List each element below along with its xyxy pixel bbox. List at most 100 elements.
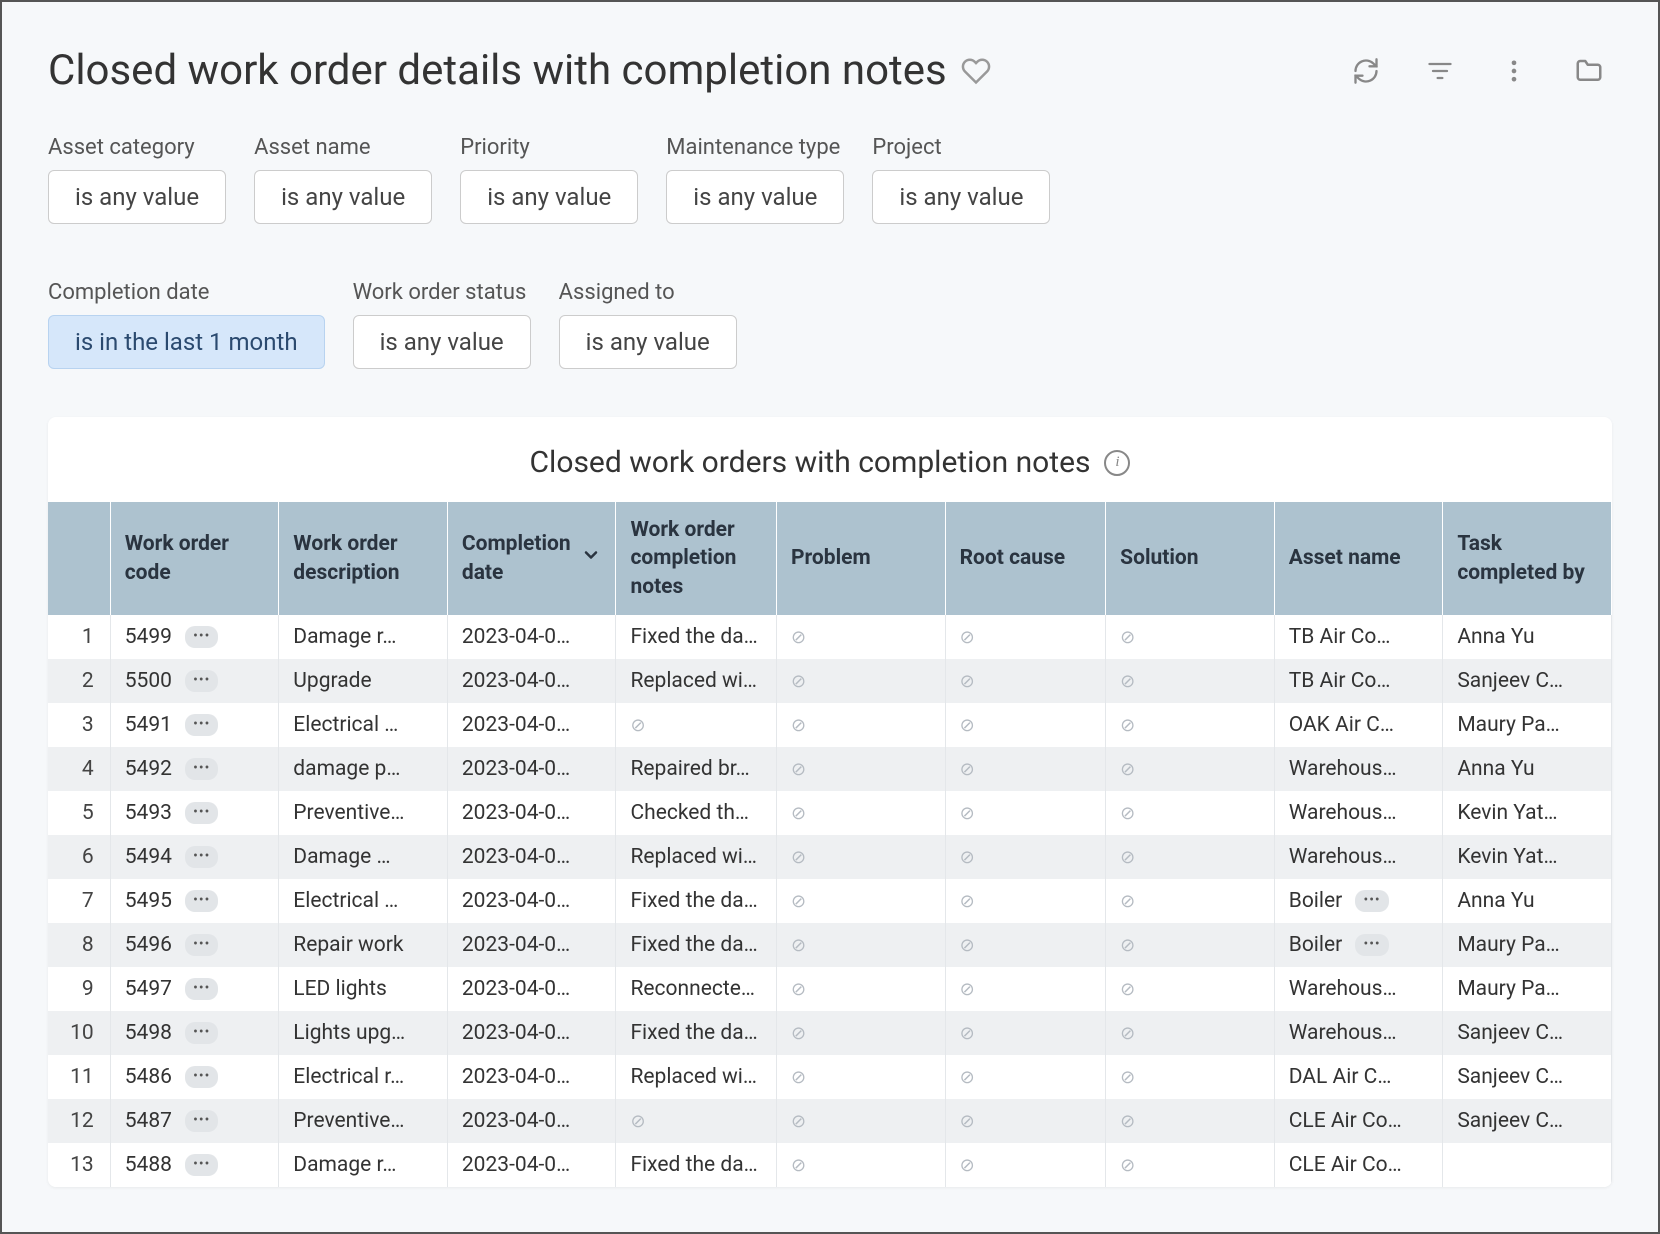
cell-description: Preventive… [279,1099,448,1143]
filter-pill[interactable]: is any value [353,315,531,369]
cell-date: 2023-04-0… [447,615,616,659]
overflow-badge[interactable]: ••• [185,626,218,648]
table-row[interactable]: 25500 •••Upgrade2023-04-0…Replaced wi…⊘⊘… [48,659,1612,703]
table-row[interactable]: 115486 •••Electrical r…2023-04-0…Replace… [48,1055,1612,1099]
column-header[interactable]: Solution [1106,502,1275,615]
cell-completed-by: Sanjeev C… [1443,1055,1612,1099]
chevron-down-icon [581,545,601,572]
overflow-badge[interactable]: ••• [185,846,218,868]
table-row[interactable]: 85496 •••Repair work2023-04-0…Fixed the … [48,923,1612,967]
overflow-badge[interactable]: ••• [185,978,218,1000]
cell-solution: ⊘ [1106,615,1275,659]
overflow-badge[interactable]: ••• [185,714,218,736]
table-row[interactable]: 65494 •••Damage …2023-04-0…Replaced wi…⊘… [48,835,1612,879]
table-title-row: Closed work orders with completion notes… [48,417,1612,502]
overflow-badge[interactable]: ••• [185,890,218,912]
cell-completed-by: Sanjeev C… [1443,1099,1612,1143]
overflow-badge[interactable]: ••• [1355,934,1388,956]
cell-solution: ⊘ [1106,835,1275,879]
cell-root-cause: ⊘ [945,1143,1106,1187]
page-title: Closed work order details with completio… [48,46,947,95]
table-row[interactable]: 55493 •••Preventive…2023-04-0…Checked th… [48,791,1612,835]
info-icon[interactable]: i [1104,450,1130,476]
overflow-badge[interactable]: ••• [185,758,218,780]
more-icon[interactable] [1500,57,1528,85]
column-header[interactable]: Completion date [447,502,616,615]
null-icon: ⊘ [960,803,975,824]
column-header[interactable]: Work order description [279,502,448,615]
table-row[interactable]: 15499 •••Damage r…2023-04-0…Fixed the da… [48,615,1612,659]
cell-solution: ⊘ [1106,1011,1275,1055]
null-icon: ⊘ [1120,715,1135,736]
null-icon: ⊘ [960,671,975,692]
cell-root-cause: ⊘ [945,879,1106,923]
filter-pill[interactable]: is any value [666,170,844,224]
filter-pill[interactable]: is any value [460,170,638,224]
cell-date: 2023-04-0… [447,747,616,791]
null-icon: ⊘ [791,891,806,912]
cell-asset: TB Air Co… [1274,659,1443,703]
filter-group: Asset categoryis any value [48,135,226,224]
overflow-badge[interactable]: ••• [185,670,218,692]
filter-group: Priority is any value [460,135,638,224]
cell-date: 2023-04-0… [447,659,616,703]
cell-notes: Replaced wi… [616,1055,777,1099]
table-row[interactable]: 75495 •••Electrical …2023-04-0…Fixed the… [48,879,1612,923]
column-header[interactable]: Task completed by [1443,502,1612,615]
filter-pill[interactable]: is any value [559,315,737,369]
overflow-badge[interactable]: ••• [185,1022,218,1044]
cell-rownum: 13 [48,1143,110,1187]
cell-solution: ⊘ [1106,879,1275,923]
cell-asset: Warehous… [1274,967,1443,1011]
cell-root-cause: ⊘ [945,659,1106,703]
column-header[interactable]: Work order completion notes [616,502,777,615]
filter-label: Priority [460,135,638,160]
column-header[interactable]: Work order code [110,502,279,615]
null-icon: ⊘ [791,979,806,1000]
null-icon: ⊘ [1120,979,1135,1000]
refresh-icon[interactable] [1352,57,1380,85]
table-body: 15499 •••Damage r…2023-04-0…Fixed the da… [48,615,1612,1187]
table-title: Closed work orders with completion notes [530,445,1091,480]
overflow-badge[interactable]: ••• [185,802,218,824]
null-icon: ⊘ [960,627,975,648]
filter-pill[interactable]: is in the last 1 month [48,315,325,369]
column-header[interactable]: Root cause [945,502,1106,615]
table-row[interactable]: 125487 •••Preventive…2023-04-0…⊘⊘⊘⊘CLE A… [48,1099,1612,1143]
table-row[interactable]: 45492 •••damage p…2023-04-0…Repaired br…… [48,747,1612,791]
cell-description: Electrical … [279,879,448,923]
cell-asset: DAL Air C… [1274,1055,1443,1099]
cell-date: 2023-04-0… [447,879,616,923]
null-icon: ⊘ [960,759,975,780]
cell-rownum: 8 [48,923,110,967]
favorite-icon[interactable] [961,56,991,86]
table-row[interactable]: 135488 •••Damage r…2023-04-0…Fixed the d… [48,1143,1612,1187]
null-icon: ⊘ [960,979,975,1000]
filter-pill[interactable]: is any value [254,170,432,224]
overflow-badge[interactable]: ••• [185,934,218,956]
null-icon: ⊘ [960,1111,975,1132]
cell-solution: ⊘ [1106,747,1275,791]
overflow-badge[interactable]: ••• [185,1110,218,1132]
filter-label: Asset name [254,135,432,160]
folder-icon[interactable] [1574,56,1604,86]
column-header-rownum[interactable] [48,502,110,615]
column-header[interactable]: Problem [777,502,946,615]
cell-problem: ⊘ [777,923,946,967]
overflow-badge[interactable]: ••• [1355,890,1388,912]
table-row[interactable]: 95497 •••LED lights2023-04-0…Reconnecte…… [48,967,1612,1011]
cell-asset: Warehous… [1274,835,1443,879]
filter-icon[interactable] [1426,57,1454,85]
column-header[interactable]: Asset name [1274,502,1443,615]
cell-description: Upgrade [279,659,448,703]
overflow-badge[interactable]: ••• [185,1154,218,1176]
table-row[interactable]: 35491 •••Electrical …2023-04-0…⊘⊘⊘⊘OAK A… [48,703,1612,747]
table-row[interactable]: 105498 •••Lights upg…2023-04-0…Fixed the… [48,1011,1612,1055]
filter-pill[interactable]: is any value [872,170,1050,224]
overflow-badge[interactable]: ••• [185,1066,218,1088]
cell-code: 5496 ••• [110,923,279,967]
filter-pill[interactable]: is any value [48,170,226,224]
null-icon: ⊘ [1120,1023,1135,1044]
cell-root-cause: ⊘ [945,923,1106,967]
cell-rownum: 2 [48,659,110,703]
